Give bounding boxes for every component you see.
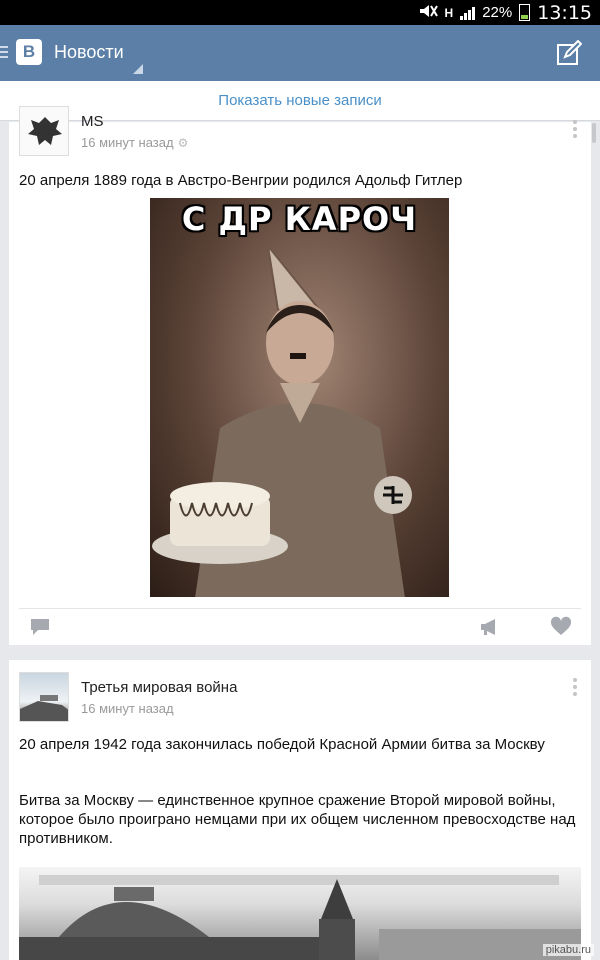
signal-icon: [460, 5, 476, 20]
post-text-secondary: Битва за Москву — единственное крупное с…: [19, 792, 576, 847]
clock: 13:15: [537, 1, 592, 24]
network-type-label: H: [444, 5, 454, 20]
post-image[interactable]: [19, 867, 581, 960]
gear-icon: ⚙: [177, 136, 189, 150]
post-card: MS 16 минут назад ⚙ 20 апреля 1889 года в…: [9, 106, 591, 645]
post-image[interactable]: С ДР КАРОЧ: [150, 198, 449, 597]
drawer-indicator-icon[interactable]: [0, 46, 8, 61]
post-author[interactable]: Третья мировая война: [81, 679, 237, 696]
post-time-text: 16 минут назад: [81, 701, 174, 716]
dropdown-triangle-icon[interactable]: [133, 64, 143, 74]
battery-percent: 22%: [482, 4, 513, 21]
watermark: pikabu.ru: [542, 944, 594, 956]
vk-logo[interactable]: В: [16, 39, 42, 65]
comment-icon[interactable]: [29, 616, 51, 638]
status-bar: H 22% 13:15: [0, 0, 600, 25]
like-icon[interactable]: [550, 616, 572, 638]
post-menu-icon[interactable]: [573, 120, 577, 141]
post-time: 16 минут назад ⚙: [81, 135, 188, 150]
post-text: 20 апреля 1942 года закончилась победой …: [19, 736, 545, 753]
compose-icon[interactable]: [556, 39, 583, 66]
share-icon[interactable]: [478, 616, 500, 638]
app-bar: В Новости: [0, 25, 600, 81]
battery-icon: [519, 4, 531, 21]
avatar[interactable]: [19, 106, 69, 156]
mute-icon: [418, 3, 438, 23]
divider: [19, 608, 581, 609]
post-author[interactable]: MS: [81, 113, 104, 130]
scrollbar[interactable]: [592, 123, 596, 143]
post-text: 20 апреля 1889 года в Австро-Венгрии род…: [19, 172, 463, 189]
post-time-text: 16 минут назад: [81, 135, 174, 150]
post-card: Третья мировая война 16 минут назад 20 а…: [9, 660, 591, 960]
page-title[interactable]: Новости: [54, 42, 124, 63]
post-menu-icon[interactable]: [573, 678, 577, 699]
post-time: 16 минут назад: [81, 701, 174, 716]
avatar[interactable]: [19, 672, 69, 722]
